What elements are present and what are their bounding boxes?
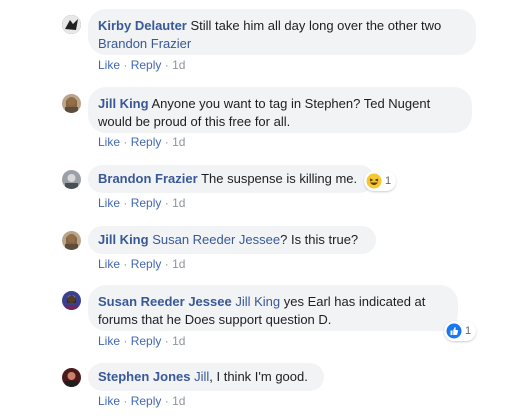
comment-text: The suspense is killing me.	[201, 171, 358, 186]
comment-actions: Like · Reply · 1d	[98, 333, 185, 349]
comment-actions: Like · Reply · 1d	[98, 195, 185, 211]
comment-actions: Like · Reply · 1d	[98, 57, 185, 73]
comment-text: , I think I'm good.	[209, 369, 308, 384]
separator: ·	[164, 58, 169, 72]
comment-text: Anyone you want to tag in Stephen? Ted N…	[151, 96, 431, 111]
timestamp[interactable]: 1d	[172, 135, 185, 149]
comment-author[interactable]: Jill King	[98, 96, 149, 111]
comment-bubble: Jill King Susan Reeder Jessee? Is this t…	[88, 226, 376, 254]
comment-text-continued: forums that he Does support question D.	[98, 312, 332, 327]
comment-author[interactable]: Jill King	[98, 232, 149, 247]
comment-text-continued: would be proud of this free for all.	[98, 114, 291, 129]
comment-actions: Like · Reply · 1d	[98, 256, 185, 272]
avatar[interactable]	[62, 15, 81, 34]
comment-bubble: Brandon Frazier The suspense is killing …	[88, 165, 374, 193]
separator: ·	[164, 334, 169, 348]
timestamp[interactable]: 1d	[172, 257, 185, 271]
comment-author[interactable]: Brandon Frazier	[98, 171, 198, 186]
avatar[interactable]	[62, 170, 81, 189]
separator: ·	[123, 135, 128, 149]
separator: ·	[123, 58, 128, 72]
reply-link[interactable]: Reply	[131, 334, 162, 348]
comment-mention[interactable]: Jill King	[235, 294, 280, 309]
comment-author[interactable]: Susan Reeder Jessee	[98, 294, 232, 309]
reply-link[interactable]: Reply	[131, 257, 162, 271]
separator: ·	[123, 196, 128, 210]
comment-mention[interactable]: Jill	[194, 369, 209, 384]
like-link[interactable]: Like	[98, 196, 120, 210]
reaction-count[interactable]: 1	[364, 171, 397, 191]
timestamp[interactable]: 1d	[172, 334, 185, 348]
reply-link[interactable]: Reply	[131, 58, 162, 72]
separator: ·	[164, 257, 169, 271]
reply-link[interactable]: Reply	[131, 135, 162, 149]
timestamp[interactable]: 1d	[172, 394, 185, 408]
separator: ·	[123, 394, 128, 408]
comment-bubble: Susan Reeder Jessee Jill King yes Earl h…	[88, 285, 458, 331]
comment-author[interactable]: Stephen Jones	[98, 369, 190, 384]
separator: ·	[164, 394, 169, 408]
comment-actions: Like · Reply · 1d	[98, 134, 185, 150]
timestamp[interactable]: 1d	[172, 196, 185, 210]
comment-bubble: Kirby Delauter Still take him all day lo…	[88, 9, 476, 55]
comment-mention[interactable]: Susan Reeder Jessee	[152, 232, 280, 247]
like-link[interactable]: Like	[98, 257, 120, 271]
like-link[interactable]: Like	[98, 334, 120, 348]
reply-link[interactable]: Reply	[131, 394, 162, 408]
like-link[interactable]: Like	[98, 135, 120, 149]
avatar[interactable]	[62, 368, 81, 387]
timestamp[interactable]: 1d	[172, 58, 185, 72]
comment-actions: Like · Reply · 1d	[98, 393, 185, 409]
reaction-count-value: 1	[465, 325, 472, 337]
thumbs-up-icon	[446, 323, 462, 339]
comment-bubble: Jill King Anyone you want to tag in Step…	[88, 87, 472, 133]
separator: ·	[164, 196, 169, 210]
comment-text: Still take him all day long over the oth…	[190, 18, 442, 33]
like-link[interactable]: Like	[98, 394, 120, 408]
separator: ·	[164, 135, 169, 149]
like-link[interactable]: Like	[98, 58, 120, 72]
comment-bubble: Stephen Jones Jill, I think I'm good.	[88, 363, 324, 391]
reaction-count[interactable]: 1	[444, 321, 477, 341]
reaction-count-value: 1	[385, 175, 392, 187]
reply-link[interactable]: Reply	[131, 196, 162, 210]
comment-mention[interactable]: Brandon Frazier	[98, 36, 191, 51]
haha-emoji-icon	[366, 173, 382, 189]
comment-author[interactable]: Kirby Delauter	[98, 18, 187, 33]
separator: ·	[123, 257, 128, 271]
separator: ·	[123, 334, 128, 348]
comment-text: ? Is this true?	[280, 232, 359, 247]
avatar[interactable]	[62, 291, 81, 310]
avatar[interactable]	[62, 94, 81, 113]
comment-text: yes Earl has indicated at	[280, 294, 426, 309]
avatar[interactable]	[62, 231, 81, 250]
